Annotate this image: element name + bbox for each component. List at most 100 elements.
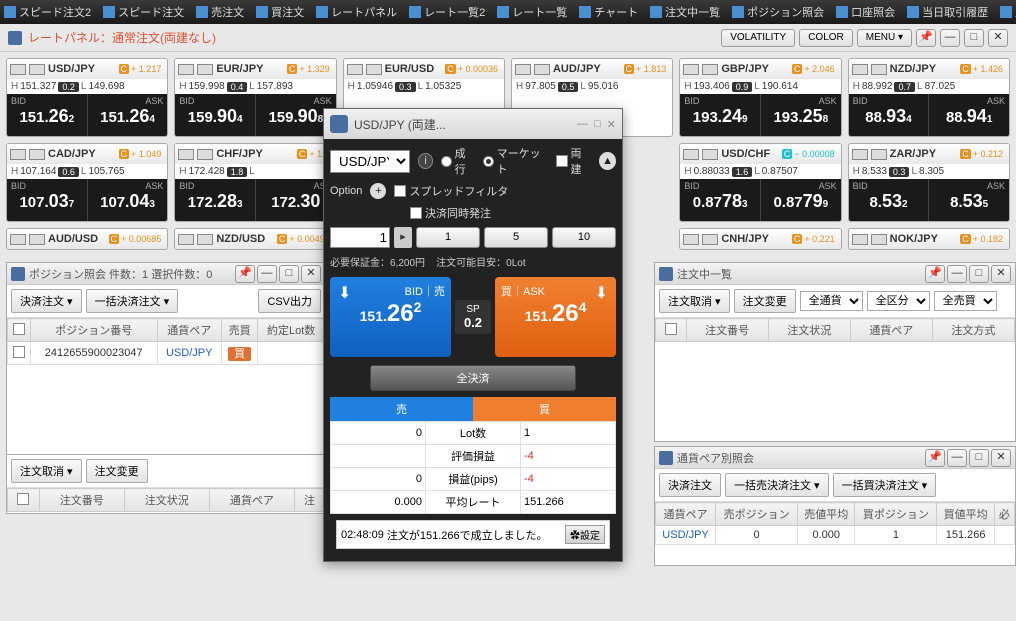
currency-filter[interactable]: 全通貨	[800, 291, 863, 311]
nav-ratepanel[interactable]: レートパネル	[316, 4, 397, 20]
lot-5-button[interactable]: 5	[484, 227, 548, 248]
collapse-icon[interactable]: ▲	[599, 152, 616, 170]
rate-panel[interactable]: AUD/USDC+ 0.00685	[6, 228, 168, 250]
nav-positions[interactable]: ポジション照会	[732, 4, 824, 20]
rate-panel[interactable]: CAD/JPYC+ 1.049H107.1640.6L105.765BID107…	[6, 143, 168, 222]
side-filter[interactable]: 全売買	[934, 291, 997, 311]
plus-icon[interactable]: +	[370, 183, 386, 199]
ryoken-check[interactable]: 両建	[556, 145, 591, 177]
flag-icon	[683, 149, 699, 160]
nav-speed2[interactable]: スピード注文2	[4, 4, 91, 20]
nav-ratelist[interactable]: レート一覧	[497, 4, 567, 20]
settings-button[interactable]: ✿設定	[565, 525, 605, 544]
nav-pending[interactable]: 注文中一覧	[650, 4, 720, 20]
pin-icon[interactable]: 📌	[925, 449, 945, 467]
settle-order-button[interactable]: 決済注文 ▾	[11, 289, 82, 313]
nav-today[interactable]: 当日取引履歴	[907, 4, 988, 20]
flag-icon	[871, 64, 887, 75]
pin-icon[interactable]: 📌	[925, 265, 945, 283]
spread-filter-check[interactable]: スプレッドフィルタ	[394, 183, 508, 199]
rate-panel[interactable]: NOK/JPYC+ 0.182	[848, 228, 1010, 250]
nav-ratelist2[interactable]: レート一覧2	[409, 4, 485, 20]
cancel-order-button[interactable]: 注文取消 ▾	[659, 289, 730, 313]
rate-panel[interactable]: NZD/JPYC+ 1.426H88.9920.7L87.025BID88.93…	[848, 58, 1010, 137]
rate-panel[interactable]: USD/CHFC− 0.00008H0.880331.6L0.87507BID0…	[679, 143, 841, 222]
select-all-checkbox[interactable]	[13, 323, 25, 335]
buy-tab[interactable]: 買	[473, 397, 616, 421]
settle-same-check[interactable]: 決済同時発注	[410, 205, 491, 221]
nav-speed[interactable]: スピード注文	[103, 4, 184, 20]
nav-chart[interactable]: チャート	[579, 4, 638, 20]
panel-icon	[11, 267, 25, 281]
table-row[interactable]: 2412655900023047USD/JPY買	[8, 342, 325, 365]
nav-sell[interactable]: 売注文	[196, 4, 244, 20]
rate-panel[interactable]: NZD/USDC+ 0.00492	[174, 228, 336, 250]
lot-10-button[interactable]: 10	[552, 227, 616, 248]
table-row[interactable]: USD/JPY00.0001151.266	[656, 526, 1015, 545]
rate-panel[interactable]: CHF/JPYC+ 1.5H172.4281.8LBID172.283ASK17…	[174, 143, 336, 222]
cancel-order-button[interactable]: 注文取消 ▾	[11, 459, 82, 483]
maximize-button[interactable]: □	[279, 265, 299, 283]
panel-title: レートパネル：通常注文(両建なし)	[28, 29, 216, 46]
info-icon[interactable]: i	[418, 153, 433, 169]
maximize-button[interactable]: □	[969, 265, 989, 283]
flag-icon	[702, 234, 718, 245]
flag-icon	[702, 149, 718, 160]
minimize-button[interactable]: —	[940, 29, 960, 47]
settle-button[interactable]: 決済注文	[659, 473, 721, 497]
close-button[interactable]: ✕	[301, 265, 321, 283]
nav-history[interactable]: 履歴	[1000, 4, 1016, 20]
rate-panel[interactable]: GBP/JPYC+ 2.046H193.4060.9L190.614BID193…	[679, 58, 841, 137]
minimize-button[interactable]: —	[257, 265, 277, 283]
settle-all-button[interactable]: 全決済	[370, 365, 576, 391]
close-button[interactable]: ✕	[607, 118, 616, 131]
bulk-settle-button[interactable]: 一括決済注文 ▾	[86, 289, 179, 313]
pin-icon[interactable]: 📌	[235, 265, 255, 283]
color-button[interactable]: COLOR	[799, 29, 853, 47]
select-all-checkbox[interactable]	[17, 493, 29, 505]
flag-icon	[29, 64, 45, 75]
bid-button[interactable]: ⬇ BID｜売 151.262	[330, 277, 451, 357]
market-radio[interactable]: マーケット	[483, 145, 548, 177]
maximize-button[interactable]: □	[964, 29, 984, 47]
menu-button[interactable]: MENU ▾	[857, 29, 912, 47]
minimize-button[interactable]: —	[947, 449, 967, 467]
select-all-checkbox[interactable]	[665, 323, 677, 335]
rate-panel[interactable]: ZAR/JPYC+ 0.212H8.5330.3L8.305BID8.532AS…	[848, 143, 1010, 222]
modify-order-button[interactable]: 注文変更	[734, 289, 796, 313]
minimize-button[interactable]: —	[947, 265, 967, 283]
rate-panel[interactable]: EUR/JPYC+ 1.329H159.9980.4L157.893BID159…	[174, 58, 336, 137]
minimize-button[interactable]: —	[577, 118, 588, 131]
rate-panel[interactable]: CNH/JPYC+ 0.221	[679, 228, 841, 250]
bulk-buy-close-button[interactable]: 一括買決済注文 ▾	[833, 473, 937, 497]
maximize-button[interactable]: □	[969, 449, 989, 467]
flag-icon	[683, 64, 699, 75]
nav-buy[interactable]: 買注文	[256, 4, 304, 20]
order-titlebar[interactable]: USD/JPY (両建... —□✕	[324, 109, 622, 139]
category-filter[interactable]: 全区分	[867, 291, 930, 311]
rate-panel[interactable]: USD/JPYC+ 1.217H151.3270.2L149.698BID151…	[6, 58, 168, 137]
nav-account[interactable]: 口座照会	[836, 4, 895, 20]
modify-order-button[interactable]: 注文変更	[86, 459, 148, 483]
bulk-sell-close-button[interactable]: 一括売決済注文 ▾	[725, 473, 829, 497]
margin-value: 6,200円	[390, 258, 425, 269]
close-button[interactable]: ✕	[988, 29, 1008, 47]
shikko-radio[interactable]: 成行	[441, 145, 475, 177]
stepper-icon[interactable]: ▸	[394, 227, 412, 248]
pin-icon[interactable]: 📌	[916, 29, 936, 47]
close-button[interactable]: ✕	[991, 265, 1011, 283]
close-button[interactable]: ✕	[991, 449, 1011, 467]
volatility-button[interactable]: VOLATILITY	[721, 29, 795, 47]
pair-select[interactable]: USD/JPY	[330, 150, 410, 173]
ask-button[interactable]: ⬇ 買｜ASK 151.264	[495, 277, 616, 357]
lot-1-button[interactable]: 1	[416, 227, 480, 248]
position-title: ポジション照会 件数：1 選択件数：0	[29, 266, 212, 282]
flag-icon	[852, 64, 868, 75]
flag-icon	[29, 149, 45, 160]
row-checkbox[interactable]	[13, 346, 25, 358]
lots-input[interactable]	[330, 227, 390, 248]
maximize-button[interactable]: □	[594, 118, 601, 131]
sell-tab[interactable]: 売	[330, 397, 473, 421]
flag-icon	[197, 64, 213, 75]
csv-export-button[interactable]: CSV出力	[258, 289, 321, 313]
